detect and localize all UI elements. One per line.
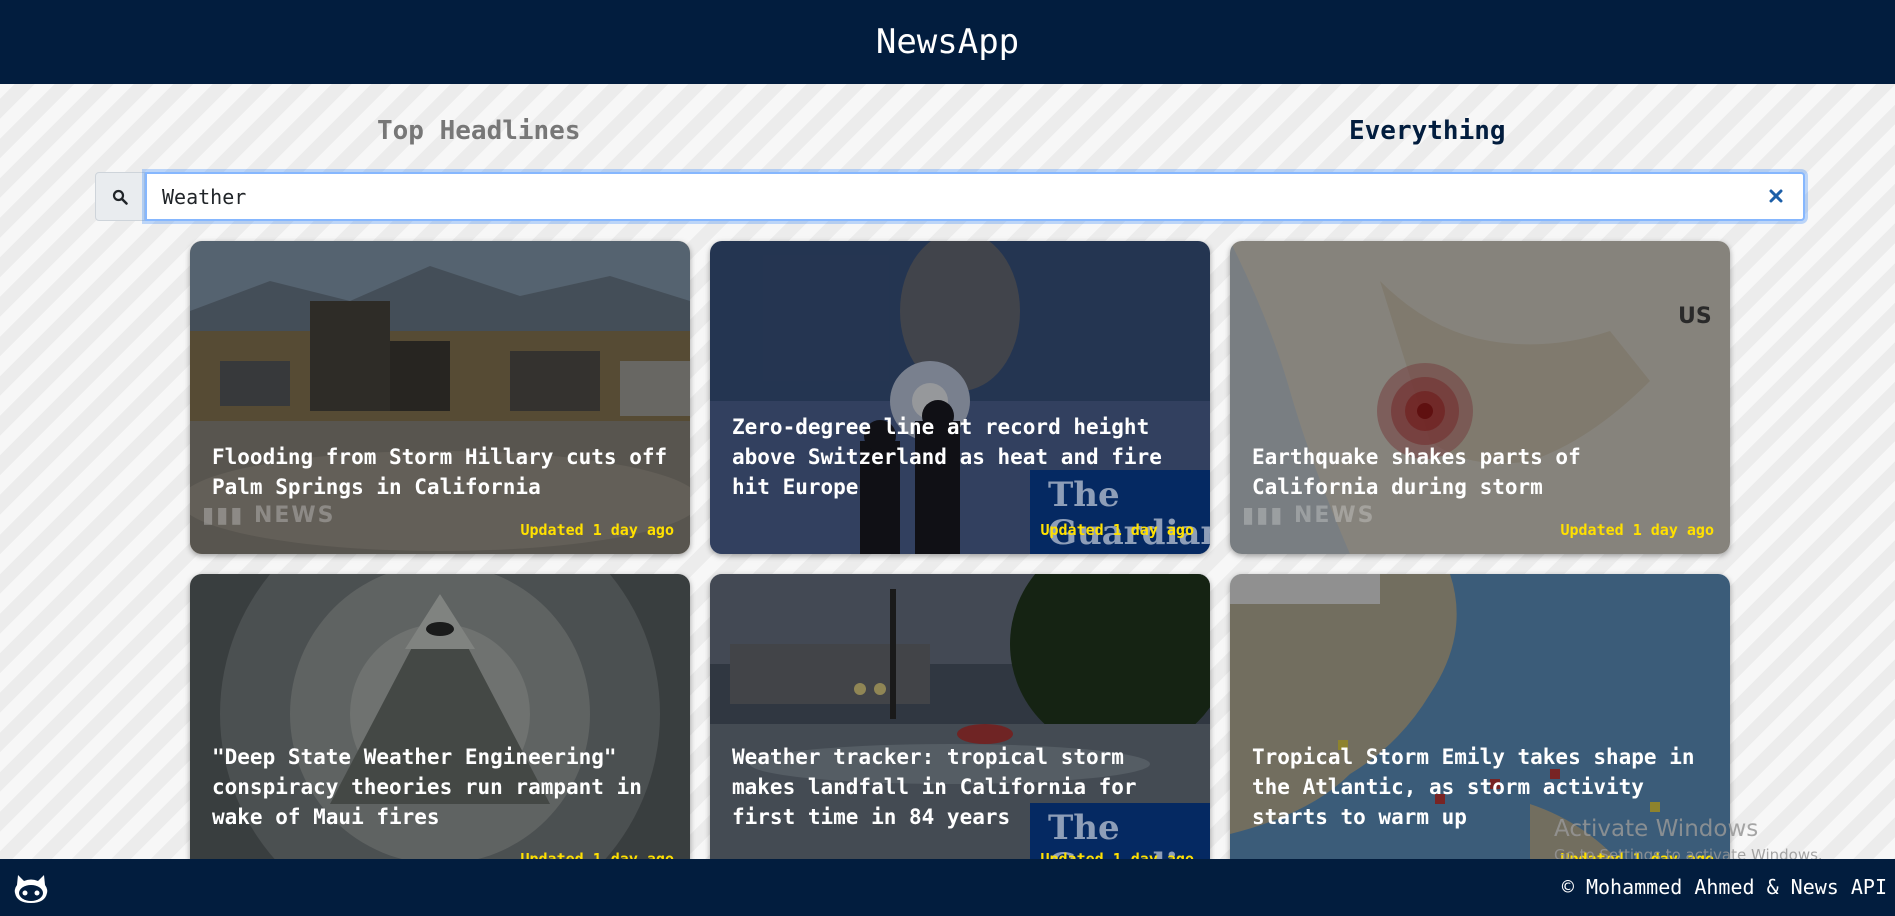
- tab-top-headlines[interactable]: Top Headlines: [377, 116, 581, 146]
- search-icon: [112, 189, 128, 205]
- tab-everything[interactable]: Everything: [1349, 116, 1506, 146]
- news-card[interactable]: TheGuardian Weather tracker: tropical st…: [710, 574, 1210, 887]
- article-headline: Weather tracker: tropical storm makes la…: [732, 745, 1137, 829]
- news-card[interactable]: Tropical Storm Emily takes shape in the …: [1230, 574, 1730, 887]
- footer-credit: © Mohammed Ahmed & News API: [1561, 875, 1887, 899]
- search-input[interactable]: [145, 172, 1805, 221]
- clear-search-button[interactable]: [1763, 183, 1789, 209]
- search-bar: [95, 172, 1805, 221]
- article-updated: Updated 1 day ago: [520, 521, 674, 539]
- app-title: NewsApp: [875, 22, 1020, 62]
- news-card[interactable]: The Guardian Zero-degree line at record h…: [710, 241, 1210, 554]
- article-headline: Zero-degree line at record height above …: [732, 415, 1162, 499]
- article-headline: "Deep State Weather Engineering" conspir…: [212, 745, 642, 829]
- article-headline: Tropical Storm Emily takes shape in the …: [1252, 745, 1695, 829]
- github-icon[interactable]: [13, 871, 49, 905]
- x-icon: [1769, 189, 1783, 203]
- app-header: NewsApp: [0, 0, 1895, 84]
- tab-bar: Top Headlines Everything: [0, 100, 1895, 170]
- article-headline: Flooding from Storm Hillary cuts off Pal…: [212, 445, 668, 499]
- article-updated: Updated 1 day ago: [1040, 521, 1194, 539]
- source-watermark: ▮▮▮ NEWS: [1242, 503, 1376, 528]
- news-card[interactable]: ▮▮▮ NEWS Flooding from Storm Hillary cut…: [190, 241, 690, 554]
- card-overlay: [190, 574, 690, 887]
- article-updated: Updated 1 day ago: [1560, 521, 1714, 539]
- news-card[interactable]: "Deep State Weather Engineering" conspir…: [190, 574, 690, 887]
- search-button[interactable]: [95, 172, 145, 221]
- article-headline: Earthquake shakes parts of California du…: [1252, 445, 1581, 499]
- app-footer: © Mohammed Ahmed & News API: [0, 859, 1895, 916]
- news-card[interactable]: US ▮▮▮ NEWS Earthquake shakes parts of C…: [1230, 241, 1730, 554]
- source-watermark: ▮▮▮ NEWS: [202, 503, 336, 528]
- card-overlay: [1230, 574, 1730, 887]
